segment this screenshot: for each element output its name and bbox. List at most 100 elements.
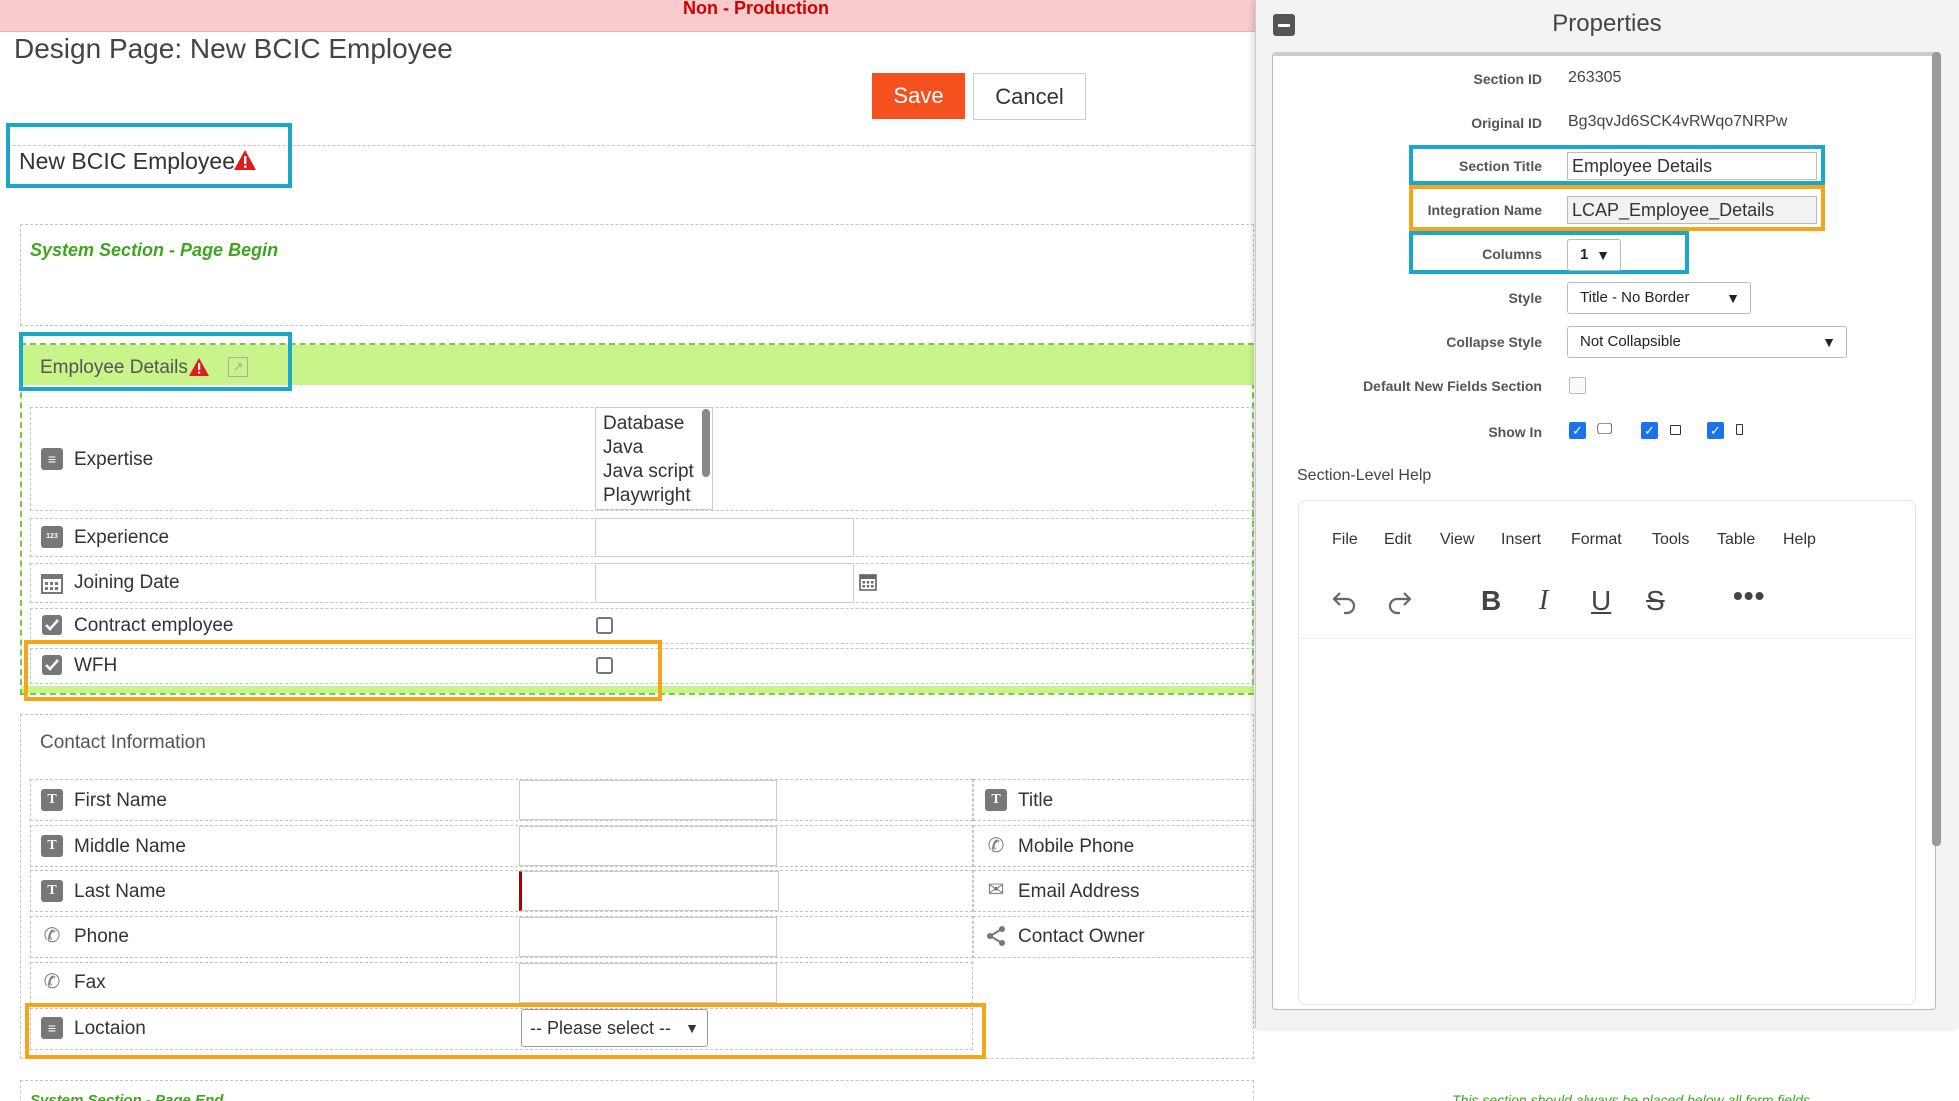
integration-name-label: Integration Name [1427,202,1542,218]
style-value: Title - No Border [1580,289,1690,306]
field-label-contact-owner[interactable]: Contact Owner [1018,926,1145,948]
checkbox-icon [42,655,62,675]
original-id-value: Bg3qvJd6SCK4vRWqo7NRPw [1568,113,1788,130]
section-title-label: Section Title [1459,158,1542,174]
rich-text-editor[interactable] [1298,500,1916,1005]
field-label-location[interactable]: Loctaion [74,1018,146,1040]
tablet-icon [1670,425,1681,435]
default-new-fields-label: Default New Fields Section [1363,378,1542,394]
option[interactable]: Playwright [603,484,705,508]
option[interactable]: Java [603,436,705,460]
field-label-email[interactable]: Email Address [1018,881,1139,903]
show-in-tablet-checkbox[interactable]: ✓ [1641,422,1658,439]
calendar-picker-icon[interactable] [859,573,877,591]
share-icon [987,926,1005,946]
menu-format[interactable]: Format [1571,531,1622,549]
menu-table[interactable]: Table [1717,531,1755,549]
properties-title: Properties [1552,10,1662,37]
wfh-checkbox[interactable] [596,657,613,674]
field-label-last-name[interactable]: Last Name [74,881,166,903]
text-icon: T [41,880,63,902]
contract-employee-checkbox[interactable] [596,617,613,634]
collapse-style-select[interactable]: Not Collapsible ▼ [1567,326,1847,358]
checkbox-icon [42,615,62,635]
field-label-experience[interactable]: Experience [74,527,169,549]
field-label-first-name[interactable]: First Name [74,790,167,812]
field-row [30,870,973,912]
field-label-expertise[interactable]: Expertise [74,449,153,471]
properties-scrollbar[interactable] [1932,52,1941,846]
field-label-joining-date[interactable]: Joining Date [74,572,180,594]
redo-icon[interactable] [1386,588,1414,616]
option[interactable]: Java script [603,460,705,484]
contact-section-title: Contact Information [40,732,206,753]
option[interactable]: Database [603,412,705,436]
menu-view[interactable]: View [1440,531,1474,549]
external-link-icon[interactable]: ↗ [228,357,248,377]
undo-icon[interactable] [1330,588,1358,616]
page-title: Design Page: New BCIC Employee [14,33,453,64]
underline-icon[interactable]: U [1591,585,1611,617]
italic-icon[interactable]: I [1539,585,1548,617]
style-label: Style [1508,290,1542,306]
cancel-button[interactable]: Cancel [973,73,1086,120]
chevron-down-icon: ▼ [685,1020,699,1036]
fax-input[interactable] [519,963,777,1003]
field-label-title[interactable]: Title [1018,790,1053,812]
field-label-phone[interactable]: Phone [74,926,129,948]
show-in-mobile-checkbox[interactable]: ✓ [1707,422,1724,439]
show-in-desktop-checkbox[interactable]: ✓ [1569,422,1586,439]
phone-input[interactable] [519,917,777,957]
field-label-fax[interactable]: Fax [74,972,106,994]
list-icon: ≡ [41,1017,63,1039]
style-select[interactable]: Title - No Border ▼ [1567,282,1751,314]
columns-label: Columns [1482,246,1542,262]
columns-select[interactable]: 1 ▼ [1567,239,1621,271]
field-row [30,962,973,1004]
section-title: Employee Details [40,357,188,378]
integration-name-input[interactable]: LCAP_Employee_Details [1567,196,1817,224]
form-name[interactable]: New BCIC Employee [19,148,235,175]
menu-edit[interactable]: Edit [1384,531,1412,549]
chevron-down-icon: ▼ [1596,247,1610,263]
collapse-style-value: Not Collapsible [1580,333,1681,350]
location-select-value: -- Please select -- [530,1018,672,1038]
last-name-input[interactable] [519,871,779,911]
field-label-contract-employee[interactable]: Contract employee [74,615,233,637]
field-label-wfh[interactable]: WFH [74,655,117,677]
section-title-input[interactable]: Employee Details [1567,152,1817,180]
list-icon: ≡ [41,448,63,470]
location-highlight [25,1003,986,1059]
joining-date-input[interactable] [595,563,854,603]
section-help-label: Section-Level Help [1297,467,1432,484]
text-icon: T [41,789,63,811]
wfh-highlight [24,640,662,701]
mobile-icon [1736,424,1743,435]
middle-name-input[interactable] [519,826,777,866]
scrollbar[interactable] [702,409,710,477]
menu-help[interactable]: Help [1783,531,1816,549]
menu-file[interactable]: File [1332,531,1358,549]
show-in-label: Show In [1488,424,1542,440]
default-new-fields-checkbox[interactable] [1569,377,1586,394]
bold-icon[interactable]: B [1481,585,1501,617]
collapse-style-label: Collapse Style [1446,334,1542,350]
warning-icon [234,150,256,170]
section-id-value: 263305 [1568,69,1622,86]
original-id-label: Original ID [1471,115,1542,131]
text-icon: T [985,789,1007,811]
system-section-end-note: This section should always be placed bel… [1452,1092,1810,1101]
save-button[interactable]: Save [872,73,965,119]
number-icon: 123 [41,526,63,548]
first-name-input[interactable] [519,780,777,820]
location-select[interactable]: -- Please select -- ▼ [521,1009,708,1047]
field-label-mobile-phone[interactable]: Mobile Phone [1018,836,1134,858]
expertise-multiselect[interactable]: Database Java Java script Playwright [595,407,713,510]
field-label-middle-name[interactable]: Middle Name [74,836,186,858]
experience-input[interactable] [595,518,854,557]
menu-insert[interactable]: Insert [1501,531,1541,549]
more-icon[interactable]: ••• [1733,580,1765,612]
menu-tools[interactable]: Tools [1652,531,1689,549]
text-icon: T [41,835,63,857]
strikethrough-icon[interactable]: S [1646,585,1665,617]
